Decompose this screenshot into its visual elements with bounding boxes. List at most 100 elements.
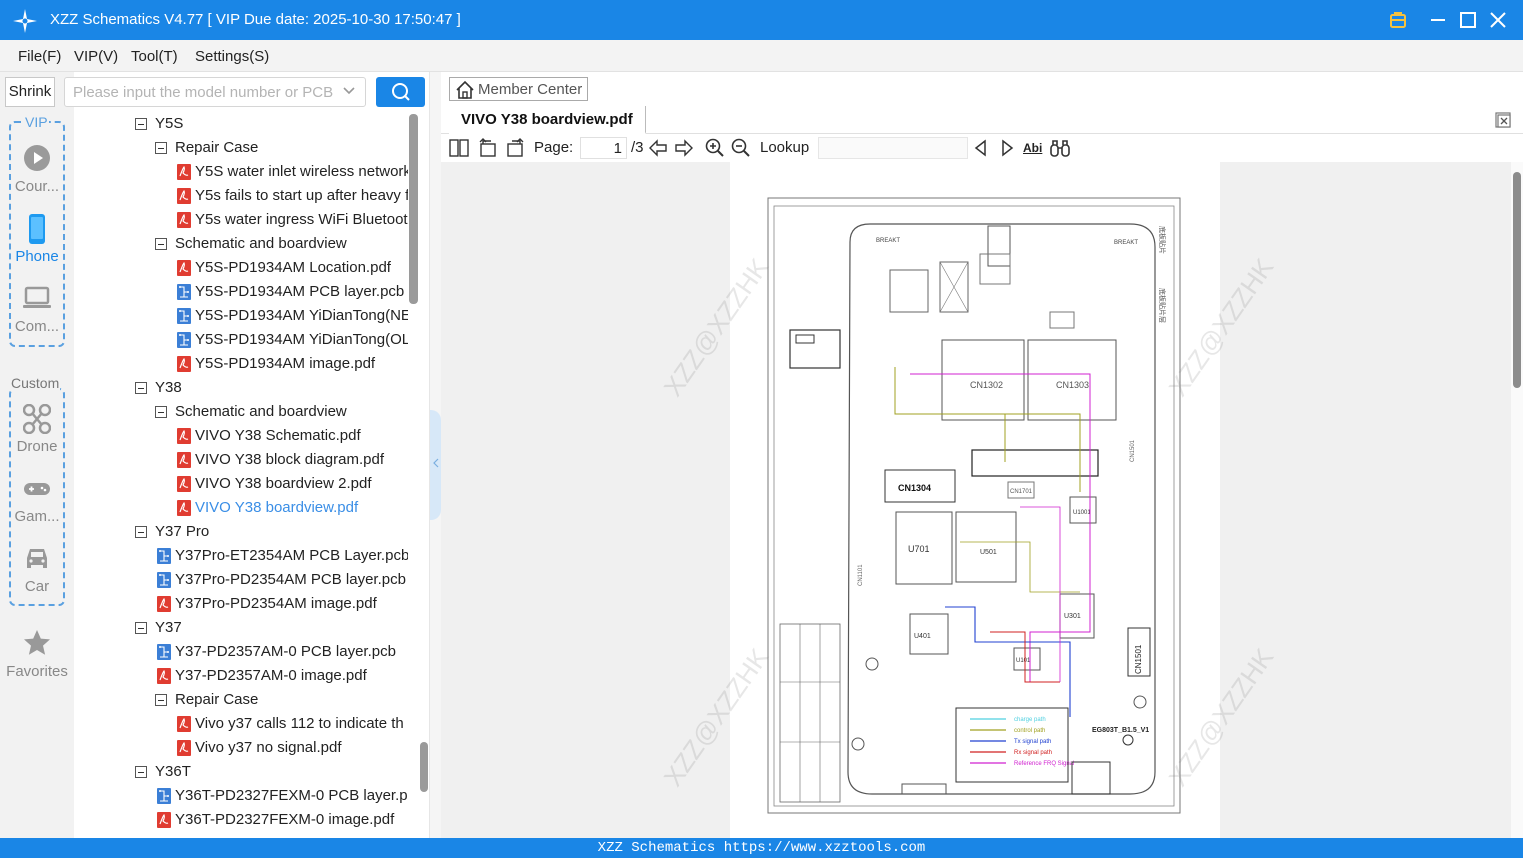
tree-node[interactable]: Y37 Pro bbox=[74, 520, 419, 544]
chevron-down-icon[interactable] bbox=[342, 86, 356, 96]
vip-bag-icon[interactable] bbox=[1386, 8, 1410, 32]
tree-node[interactable]: Y38 bbox=[74, 376, 419, 400]
tree-node[interactable]: Y37 bbox=[74, 616, 419, 640]
tree-node-label: Y37 bbox=[155, 619, 182, 636]
tree-node[interactable]: Repair Case bbox=[74, 688, 419, 712]
gamepad-icon bbox=[24, 483, 50, 495]
tree-node[interactable]: Y37Pro-PD2354AM PCB layer.pcb bbox=[74, 568, 419, 592]
previous-page-icon[interactable] bbox=[647, 137, 669, 159]
title-bar: XZZ Schematics V4.77 [ VIP Due date: 202… bbox=[0, 0, 1523, 40]
menu-vip[interactable]: VIP(V) bbox=[74, 48, 118, 65]
menu-tool[interactable]: Tool(T) bbox=[131, 48, 178, 65]
pdf-page: 底板贴片 底板贴片层 BREAKT BREAKT CN1302 CN1303 C… bbox=[730, 162, 1220, 838]
find-next-icon[interactable] bbox=[996, 137, 1018, 159]
tree-node[interactable]: Y5S-PD1934AM Location.pdf bbox=[74, 256, 419, 280]
tree-node[interactable]: Y36T bbox=[74, 760, 419, 784]
tree-node[interactable]: Y37-PD2357AM-0 image.pdf bbox=[74, 664, 419, 688]
collapse-toggle-icon[interactable] bbox=[135, 766, 147, 778]
lookup-input[interactable] bbox=[818, 137, 968, 159]
vip-group-label: VIP bbox=[24, 114, 49, 130]
tree-node[interactable]: VIVO Y38 boardview 2.pdf bbox=[74, 472, 419, 496]
tree-scrollbar[interactable] bbox=[408, 112, 420, 838]
tree-node[interactable]: Vivo y37 calls 112 to indicate th bbox=[74, 712, 419, 736]
board-name: EG803T_B1.5_V1 bbox=[1092, 727, 1149, 734]
model-search-input[interactable] bbox=[64, 77, 366, 107]
tree-node-label: Y37 Pro bbox=[155, 523, 210, 540]
collapse-toggle-icon[interactable] bbox=[155, 694, 167, 706]
collapse-toggle-icon[interactable] bbox=[135, 382, 147, 394]
member-center-button[interactable]: Member Center bbox=[449, 77, 588, 101]
rotate-left-icon[interactable] bbox=[477, 137, 499, 159]
component-label: CN1302 bbox=[970, 380, 1003, 390]
custom-group-label: Custom bbox=[10, 375, 61, 391]
binoculars-icon[interactable] bbox=[1049, 137, 1071, 159]
tree-node-label: Y38 bbox=[155, 379, 182, 396]
tree-hscroll-thumb[interactable] bbox=[420, 742, 428, 792]
menu-settings[interactable]: Settings(S) bbox=[195, 48, 269, 65]
rail-item-favorites[interactable]: Favorites bbox=[5, 629, 69, 693]
zoom-in-icon[interactable] bbox=[704, 137, 726, 159]
tree-node-label: Y5s fails to start up after heavy f bbox=[195, 187, 410, 204]
tree-node[interactable]: Y5s water ingress WiFi Bluetoot bbox=[74, 208, 419, 232]
pdf-file-icon bbox=[177, 476, 191, 492]
tree-node-label: Y5s water ingress WiFi Bluetoot bbox=[195, 211, 408, 228]
tree-node[interactable]: Y37Pro-PD2354AM image.pdf bbox=[74, 592, 419, 616]
maximize-icon[interactable] bbox=[1456, 8, 1480, 32]
tree-node[interactable]: Vivo y37 no signal.pdf bbox=[74, 736, 419, 760]
pcb-file-icon bbox=[177, 284, 191, 300]
tree-node[interactable]: Y5s fails to start up after heavy f bbox=[74, 184, 419, 208]
tree-node[interactable]: Y37Pro-ET2354AM PCB Layer.pcb bbox=[74, 544, 419, 568]
tree-node[interactable]: Y36T-PD2327FEXM-0 image.pdf bbox=[74, 808, 419, 832]
rail-item-computer[interactable]: Com... bbox=[5, 284, 69, 348]
close-icon[interactable] bbox=[1486, 8, 1510, 32]
collapse-toggle-icon[interactable] bbox=[155, 238, 167, 250]
collapse-toggle-icon[interactable] bbox=[135, 526, 147, 538]
collapse-toggle-icon[interactable] bbox=[135, 118, 147, 130]
collapse-toggle-icon[interactable] bbox=[155, 142, 167, 154]
pdf-file-icon bbox=[157, 596, 171, 612]
tree-node-label: VIVO Y38 boardview 2.pdf bbox=[195, 475, 372, 492]
tree-node[interactable]: Y37-PD2357AM-0 PCB layer.pcb bbox=[74, 640, 419, 664]
rail-item-game[interactable]: Gam... bbox=[5, 474, 69, 538]
chevron-left-icon[interactable] bbox=[433, 458, 439, 468]
collapse-toggle-icon[interactable] bbox=[135, 622, 147, 634]
tree-node[interactable]: VIVO Y38 boardview.pdf bbox=[74, 496, 419, 520]
tree-node[interactable]: Y5S water inlet wireless network bbox=[74, 160, 419, 184]
tree-node[interactable]: VIVO Y38 block diagram.pdf bbox=[74, 448, 419, 472]
close-document-icon[interactable] bbox=[1494, 111, 1512, 129]
tree-scrollbar-thumb[interactable] bbox=[409, 114, 418, 304]
page-number-input[interactable] bbox=[580, 137, 627, 159]
tree-node[interactable]: VIVO Y38 Schematic.pdf bbox=[74, 424, 419, 448]
menu-file[interactable]: File(F) bbox=[18, 48, 61, 65]
tree-node-label: Repair Case bbox=[175, 691, 259, 708]
tree-node[interactable]: Y36T-PD2327FEXM-0 PCB layer.pcl bbox=[74, 784, 419, 808]
find-text-button[interactable]: Abi bbox=[1023, 137, 1047, 159]
rail-item-course[interactable]: Cour... bbox=[5, 144, 69, 208]
zoom-out-icon[interactable] bbox=[730, 137, 752, 159]
tree-node[interactable]: Y5S-PD1934AM YiDianTong(NE bbox=[74, 304, 419, 328]
tab-vivo-y38-boardview[interactable]: VIVO Y38 boardview.pdf bbox=[449, 106, 646, 134]
tree-node[interactable]: Y5S-PD1934AM YiDianTong(OL bbox=[74, 328, 419, 352]
tree-node[interactable]: Schematic and boardview bbox=[74, 232, 419, 256]
minimize-icon[interactable] bbox=[1426, 8, 1450, 32]
collapse-toggle-icon[interactable] bbox=[155, 406, 167, 418]
search-button[interactable] bbox=[376, 77, 425, 107]
rail-item-phone[interactable]: Phone bbox=[5, 214, 69, 278]
tree-node[interactable]: Y5S-PD1934AM image.pdf bbox=[74, 352, 419, 376]
tree-node[interactable]: Y5S-PD1934AM PCB layer.pcb bbox=[74, 280, 419, 304]
next-page-icon[interactable] bbox=[673, 137, 695, 159]
rail-item-car[interactable]: Car bbox=[5, 544, 69, 608]
viewer-scrollbar-thumb[interactable] bbox=[1513, 172, 1521, 388]
pdf-viewer[interactable]: 底板贴片 底板贴片层 BREAKT BREAKT CN1302 CN1303 C… bbox=[441, 162, 1511, 838]
two-page-icon[interactable] bbox=[448, 137, 470, 159]
tree-node[interactable]: Y5S bbox=[74, 112, 419, 136]
tree-node[interactable]: Repair Case bbox=[74, 136, 419, 160]
panel-splitter[interactable] bbox=[429, 72, 441, 838]
tree-node[interactable]: Schematic and boardview bbox=[74, 400, 419, 424]
find-previous-icon[interactable] bbox=[970, 137, 992, 159]
rail-item-drone[interactable]: Drone bbox=[5, 404, 69, 468]
rotate-right-icon[interactable] bbox=[504, 137, 526, 159]
viewer-scrollbar[interactable] bbox=[1511, 162, 1523, 838]
shrink-button[interactable]: Shrink bbox=[5, 77, 55, 107]
tree-node-label: VIVO Y38 boardview.pdf bbox=[195, 499, 359, 516]
